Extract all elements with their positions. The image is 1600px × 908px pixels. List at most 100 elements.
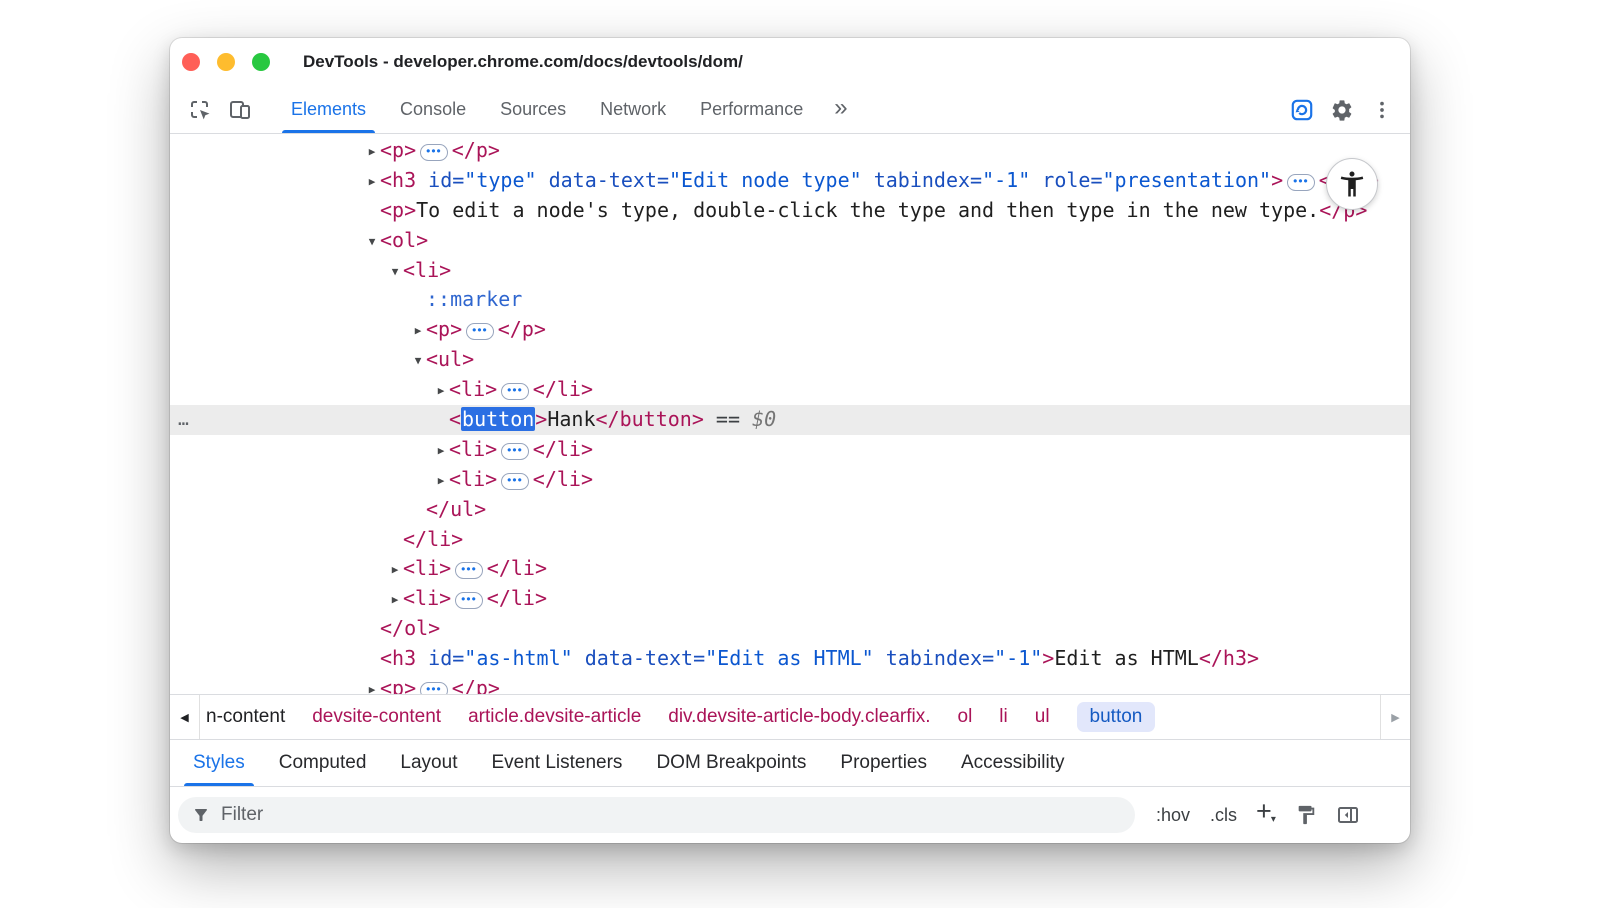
dom-tree-row[interactable]: </li> bbox=[170, 525, 1410, 555]
dom-tree-row-selected[interactable]: …<button>Hank</button> == $0 bbox=[170, 405, 1410, 435]
dom-tree-row[interactable]: <h3 id="as-html" data-text="Edit as HTML… bbox=[170, 644, 1410, 674]
dom-tree-row[interactable]: ▶<li>•••</li> bbox=[170, 435, 1410, 465]
sidebar-tab-computed[interactable]: Computed bbox=[262, 740, 384, 786]
breadcrumb-item-devsite-content[interactable]: devsite-content bbox=[312, 706, 441, 728]
expand-arrow-icon[interactable]: ▶ bbox=[433, 466, 449, 496]
breadcrumb-item-ol[interactable]: ol bbox=[958, 706, 973, 728]
breadcrumb-item-button[interactable]: button bbox=[1077, 702, 1156, 732]
code-token-selword: button bbox=[461, 407, 535, 431]
dom-tree-row[interactable]: ▶<li>•••</li> bbox=[170, 465, 1410, 495]
breadcrumb-item-li[interactable]: li bbox=[999, 706, 1007, 728]
collapse-arrow-icon[interactable]: ▼ bbox=[387, 257, 403, 287]
dom-tree-row[interactable]: ▶<h3 id="type" data-text="Edit node type… bbox=[170, 166, 1410, 196]
inline-expand-icon[interactable]: ••• bbox=[455, 562, 483, 579]
toggle-sidebar-icon[interactable] bbox=[1328, 803, 1368, 827]
toggle-hover-state-button[interactable]: :hov bbox=[1147, 805, 1199, 826]
code-token-tag: </ol> bbox=[380, 616, 440, 640]
main-tabs: ElementsConsoleSourcesNetworkPerformance bbox=[274, 86, 820, 133]
toggle-device-toolbar-icon[interactable] bbox=[220, 86, 260, 133]
expand-arrow-icon[interactable]: ▶ bbox=[364, 675, 380, 694]
tab-performance[interactable]: Performance bbox=[683, 86, 820, 133]
code-token-tag: <ol> bbox=[380, 228, 428, 252]
more-tabs-button[interactable]: » bbox=[820, 86, 861, 133]
sidebar-tab-dom-breakpoints[interactable]: DOM Breakpoints bbox=[639, 740, 823, 786]
dom-tree-row[interactable]: ▶<li>•••</li> bbox=[170, 584, 1410, 614]
sync-tabs-icon[interactable] bbox=[1282, 97, 1322, 123]
code-token-tag: </p> bbox=[452, 138, 500, 162]
expand-arrow-icon[interactable]: ▶ bbox=[433, 436, 449, 466]
tab-elements[interactable]: Elements bbox=[274, 86, 383, 133]
sidebar-tab-accessibility[interactable]: Accessibility bbox=[944, 740, 1081, 786]
code-token-val: "-1" bbox=[982, 168, 1030, 192]
inline-expand-icon[interactable]: ••• bbox=[501, 443, 529, 460]
dom-tree-row[interactable]: ::marker bbox=[170, 285, 1410, 315]
kebab-menu-icon[interactable] bbox=[1362, 99, 1402, 121]
expand-arrow-icon[interactable]: ▶ bbox=[387, 555, 403, 585]
breadcrumb-item-ul[interactable]: ul bbox=[1035, 706, 1050, 728]
dom-tree-row[interactable]: ▼<ul> bbox=[170, 345, 1410, 375]
breadcrumb-scroll-right-icon[interactable]: ▶ bbox=[1380, 695, 1410, 739]
code-token-tag: <p> bbox=[380, 198, 416, 222]
inline-expand-icon[interactable]: ••• bbox=[420, 144, 448, 161]
minimize-window-button[interactable] bbox=[217, 53, 235, 71]
expand-arrow-icon[interactable]: ▶ bbox=[364, 167, 380, 197]
code-token-tag: </button> bbox=[596, 407, 704, 431]
expand-arrow-icon[interactable]: ▶ bbox=[410, 316, 426, 346]
dom-tree-row[interactable]: ▼<li> bbox=[170, 256, 1410, 286]
inspect-element-icon[interactable] bbox=[180, 86, 220, 133]
dom-tree-row[interactable]: <p>To edit a node's type, double-click t… bbox=[170, 196, 1410, 226]
code-token-tag: </li> bbox=[533, 377, 593, 401]
code-token-tag: <h3 bbox=[380, 168, 416, 192]
code-token-val: "Edit node type" bbox=[669, 168, 862, 192]
expand-arrow-icon[interactable]: ▶ bbox=[364, 137, 380, 167]
code-token-tag: <h3 bbox=[380, 646, 416, 670]
rendering-brush-icon[interactable] bbox=[1286, 804, 1326, 826]
sidebar-tab-styles[interactable]: Styles bbox=[176, 740, 262, 786]
dom-tree-row[interactable]: ▶<p>•••</p> bbox=[170, 674, 1410, 694]
dom-tree-row[interactable]: ▶<p>•••</p> bbox=[170, 136, 1410, 166]
dom-tree-row[interactable]: </ol> bbox=[170, 614, 1410, 644]
sidebar-tab-properties[interactable]: Properties bbox=[823, 740, 944, 786]
tab-sources[interactable]: Sources bbox=[483, 86, 583, 133]
inline-expand-icon[interactable]: ••• bbox=[1287, 174, 1315, 191]
code-token-tag: > bbox=[535, 407, 547, 431]
code-token-text: Hank bbox=[547, 407, 595, 431]
expand-arrow-icon[interactable]: ▶ bbox=[433, 376, 449, 406]
dom-tree-row[interactable]: ▶<li>•••</li> bbox=[170, 554, 1410, 584]
element-classes-button[interactable]: .cls bbox=[1201, 805, 1246, 826]
sidebar-tab-event-listeners[interactable]: Event Listeners bbox=[474, 740, 639, 786]
tab-network[interactable]: Network bbox=[583, 86, 683, 133]
code-token-tag: <p> bbox=[380, 676, 416, 694]
sidebar-tab-layout[interactable]: Layout bbox=[383, 740, 474, 786]
inline-expand-icon[interactable]: ••• bbox=[501, 383, 529, 400]
code-token-attr: id= bbox=[416, 646, 464, 670]
code-token-tag: </h3> bbox=[1199, 646, 1259, 670]
breadcrumb-item-n-content[interactable]: n-content bbox=[206, 706, 285, 728]
dom-tree-row[interactable]: </ul> bbox=[170, 495, 1410, 525]
dom-tree-row[interactable]: ▶<li>•••</li> bbox=[170, 375, 1410, 405]
close-window-button[interactable] bbox=[182, 53, 200, 71]
inline-expand-icon[interactable]: ••• bbox=[466, 323, 494, 340]
collapse-arrow-icon[interactable]: ▼ bbox=[410, 346, 426, 376]
accessibility-widget-icon[interactable] bbox=[1326, 158, 1378, 210]
code-token-val: "presentation" bbox=[1103, 168, 1272, 192]
inline-expand-icon[interactable]: ••• bbox=[420, 682, 448, 694]
collapse-arrow-icon[interactable]: ▼ bbox=[364, 227, 380, 257]
breadcrumb-scroll-left-icon[interactable]: ◀ bbox=[170, 695, 200, 739]
dom-tree-row[interactable]: ▼<ol> bbox=[170, 226, 1410, 256]
maximize-window-button[interactable] bbox=[252, 53, 270, 71]
breadcrumb-item-div-devsite-article-body-clearfix-[interactable]: div.devsite-article-body.clearfix. bbox=[668, 706, 930, 728]
inline-expand-icon[interactable]: ••• bbox=[501, 473, 529, 490]
code-token-tag: <li> bbox=[449, 437, 497, 461]
inline-expand-icon[interactable]: ••• bbox=[455, 592, 483, 609]
filter-placeholder: Filter bbox=[221, 804, 263, 826]
code-token-tag: <li> bbox=[403, 586, 451, 610]
style-filter-input[interactable]: Filter bbox=[178, 797, 1135, 833]
tab-console[interactable]: Console bbox=[383, 86, 483, 133]
settings-gear-icon[interactable] bbox=[1322, 98, 1362, 122]
expand-arrow-icon[interactable]: ▶ bbox=[387, 585, 403, 615]
row-more-actions-icon[interactable]: … bbox=[178, 405, 190, 435]
breadcrumb-item-article-devsite-article[interactable]: article.devsite-article bbox=[468, 706, 641, 728]
new-style-rule-button[interactable]: +▾ bbox=[1248, 801, 1284, 830]
dom-tree-row[interactable]: ▶<p>•••</p> bbox=[170, 315, 1410, 345]
